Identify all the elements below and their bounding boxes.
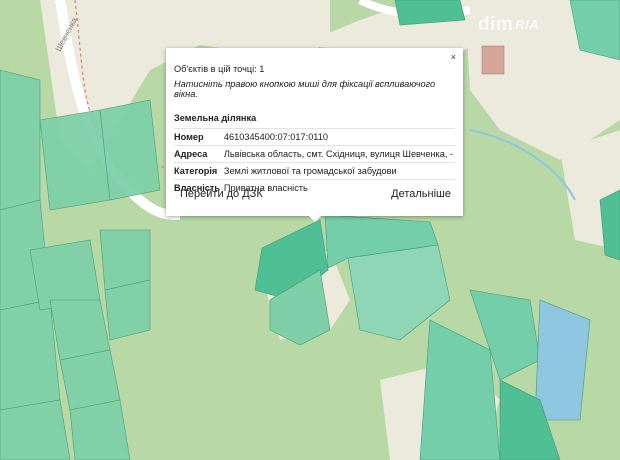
details-button[interactable]: Детальніше bbox=[391, 188, 451, 200]
building bbox=[481, 45, 505, 75]
watermark-logo: dim RIA bbox=[478, 14, 539, 36]
parcel-attributes-table: Номер 4610345400:07:017:0110 Адреса Льві… bbox=[174, 128, 455, 196]
attribute-value: Землі житлової та громадської забудови bbox=[223, 162, 455, 180]
parcel-info-popup: × Об'єктів в цій точці: 1 Натисніть прав… bbox=[166, 48, 463, 222]
attribute-key: Номер bbox=[174, 128, 224, 146]
pin-hint: Натисніть правою кнопкою миші для фіксац… bbox=[174, 79, 436, 99]
attribute-value: Львівська область, смт. Східниця, вулиця… bbox=[223, 145, 455, 163]
objects-count: Об'єктів в цій точці: 1 bbox=[174, 64, 265, 74]
attribute-key: Адреса bbox=[174, 145, 224, 163]
table-row: Номер 4610345400:07:017:0110 bbox=[174, 128, 455, 146]
popup-actions: Перейти до ДЗК Детальніше bbox=[180, 188, 451, 200]
popup-pointer bbox=[309, 216, 321, 222]
table-row: Адреса Львівська область, смт. Східниця,… bbox=[174, 145, 455, 163]
watermark-suffix: RIA bbox=[515, 17, 540, 32]
attribute-value: 4610345400:07:017:0110 bbox=[223, 128, 455, 146]
table-row: Категорія Землі житлової та громадської … bbox=[174, 162, 455, 180]
close-button[interactable]: × bbox=[451, 52, 456, 62]
watermark-text: dim bbox=[478, 14, 514, 35]
attribute-key: Категорія bbox=[174, 162, 224, 180]
cadastral-map[interactable]: Шевченка dim RIA × Об'єктів в цій точці: … bbox=[0, 0, 620, 460]
go-to-dzk-button[interactable]: Перейти до ДЗК bbox=[180, 188, 263, 200]
section-title: Земельна ділянка bbox=[174, 113, 257, 123]
